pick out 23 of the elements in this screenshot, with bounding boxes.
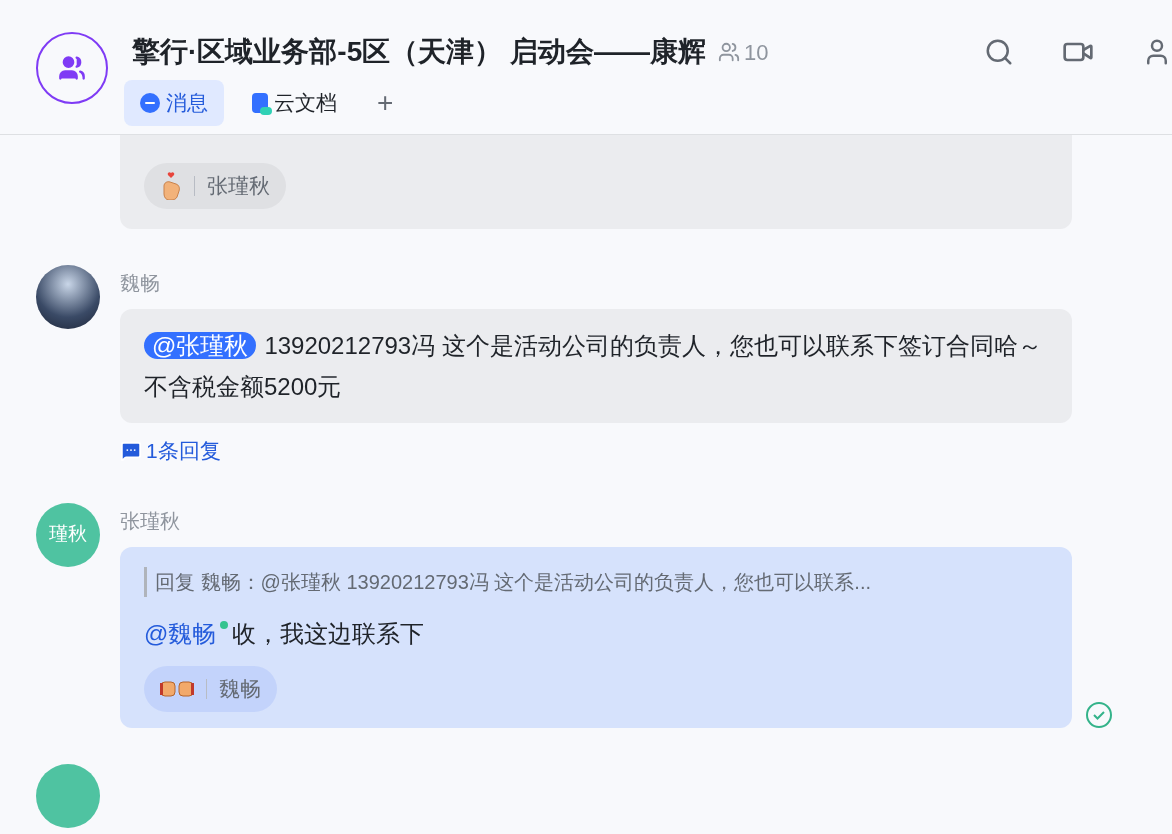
mention-link[interactable]: @张瑾秋 [144, 332, 257, 359]
chat-title: 擎行·区域业务部-5区（天津） 启动会——康辉 [132, 35, 706, 69]
reply-quote: 回复 魏畅：@张瑾秋 13920212793冯 这个是活动公司的负责人，您也可以联系... [144, 566, 1048, 597]
tab[interactable]: 消息 [124, 80, 224, 126]
reaction-pill[interactable]: 张瑾秋 [144, 163, 286, 209]
tab[interactable]: 云文档 [236, 80, 353, 126]
members-icon[interactable] [718, 41, 740, 63]
reaction-user: 魏畅 [219, 675, 261, 702]
message-text: @魏畅 收，我这边联系下 [144, 618, 426, 649]
message-text: @张瑾秋 13920212793冯 这个是活动公司的负责人，您也可以联系下签订合同哈～不含税金额5200元 [144, 331, 1043, 402]
thread-reply-link[interactable]: 1条回复 [120, 435, 221, 467]
hand-heart-icon [160, 172, 182, 200]
sender-name: 魏畅 [120, 273, 161, 293]
search-icon[interactable] [984, 37, 1014, 67]
sender-name: 张瑾秋 [120, 510, 181, 531]
group-icon [58, 54, 86, 82]
reaction-user: 张瑾秋 [207, 173, 270, 200]
thread-icon [120, 439, 142, 462]
reaction-pill[interactable]: 魏畅 [144, 665, 277, 712]
mention-link[interactable]: @魏畅 [144, 619, 217, 647]
member-count[interactable]: 10 [744, 35, 769, 69]
group-avatar[interactable] [36, 32, 108, 104]
add-tab-button[interactable]: + [365, 82, 406, 124]
